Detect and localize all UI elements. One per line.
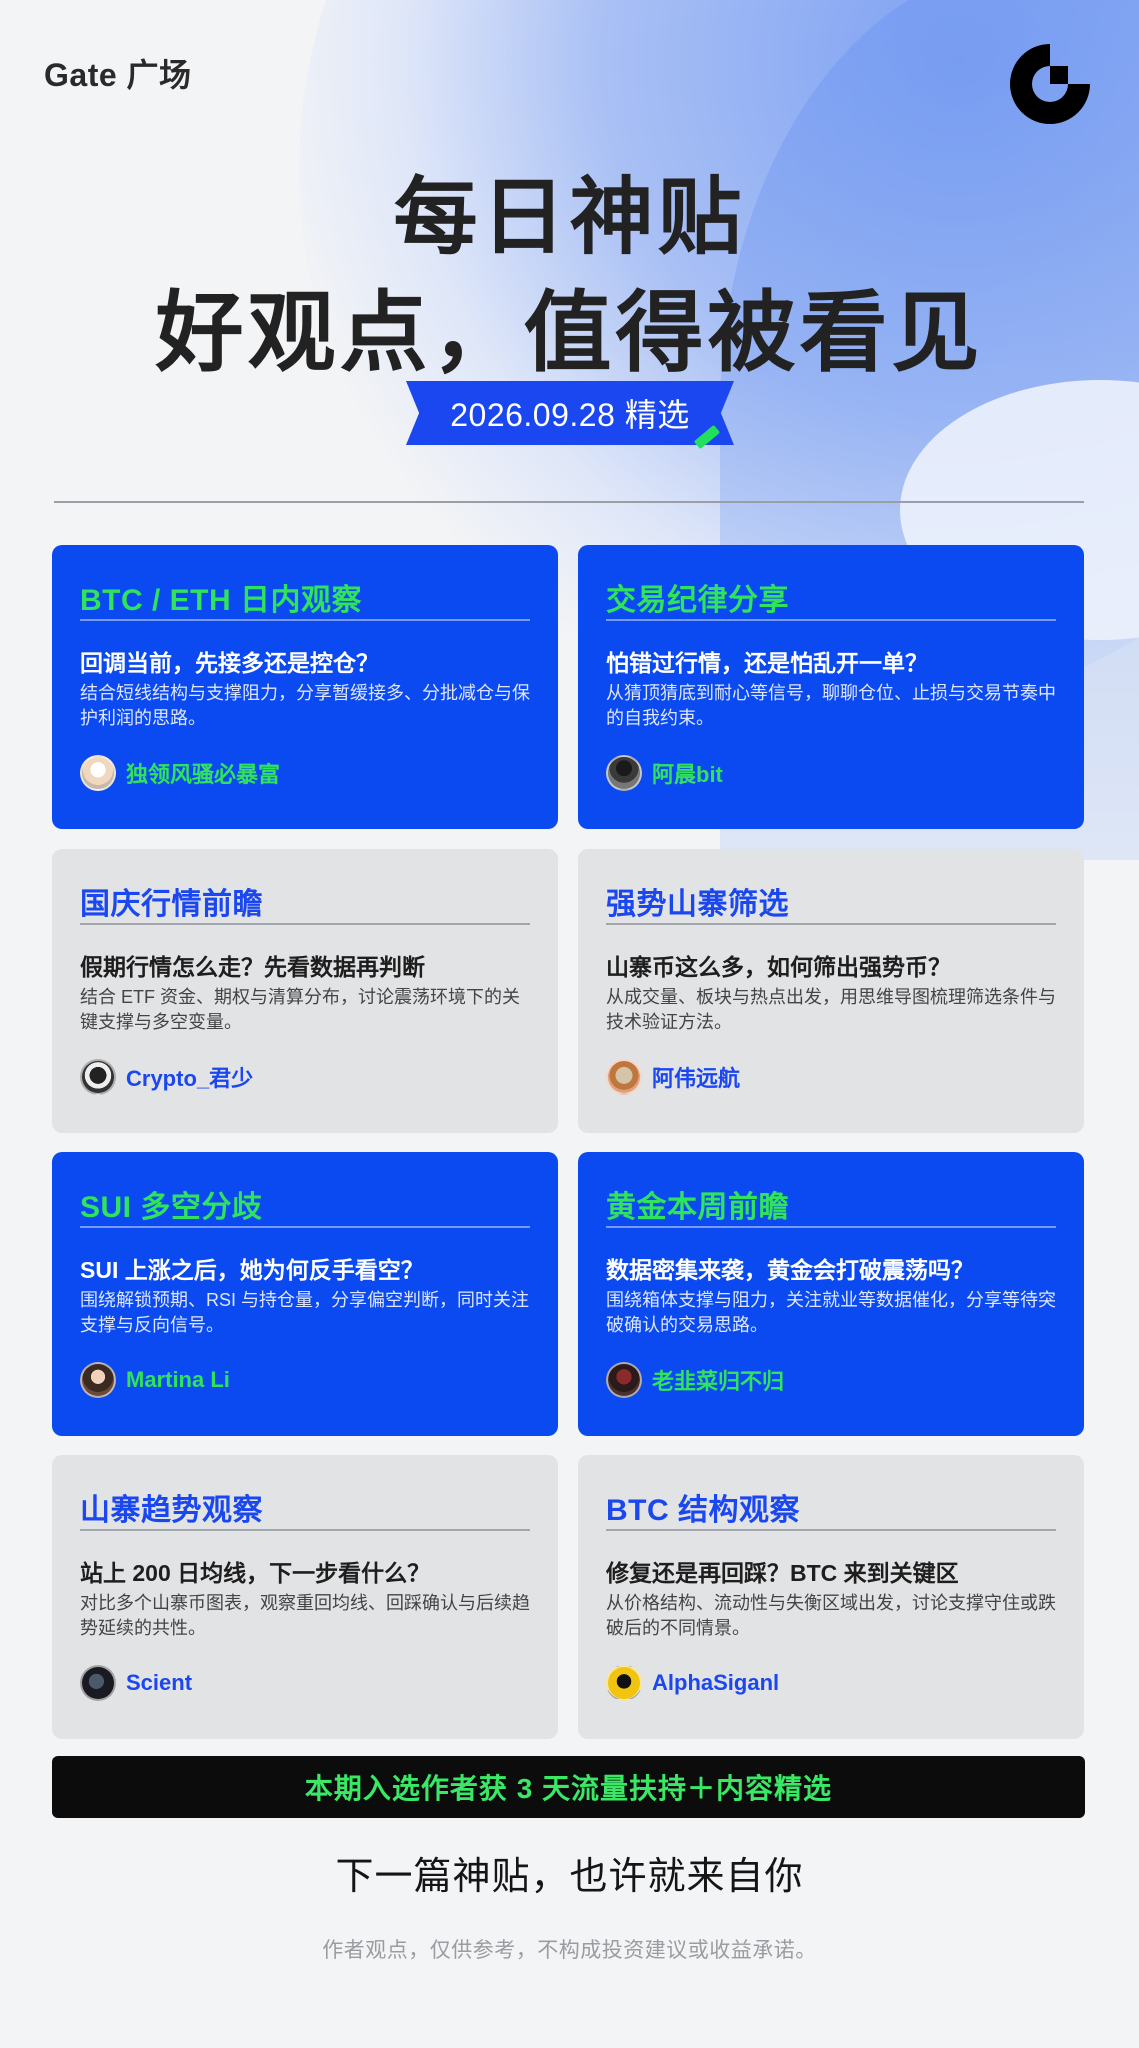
card-header: BTC / ETH 日内观察 — [80, 584, 362, 617]
author-name: 独领风骚必暴富 — [126, 762, 281, 787]
card-author[interactable]: AlphaSiganl — [606, 1665, 779, 1701]
avatar — [80, 755, 116, 791]
card-header: 交易纪律分享 — [606, 584, 789, 617]
author-name: Martina Li — [126, 1367, 230, 1392]
page-title-line1: 每日神贴 — [393, 170, 746, 264]
brand-title: Gate 广场 — [44, 57, 192, 93]
card-divider — [80, 1226, 530, 1228]
gate-logo-icon — [1010, 44, 1090, 124]
avatar — [80, 1362, 116, 1398]
card-question: SUI 上涨之后，她为何反手看空？ — [80, 1257, 424, 1283]
avatar — [80, 1059, 116, 1095]
card-question: 山寨币这么多，如何筛出强势币？ — [606, 954, 951, 980]
promo-banner: 本期入选作者获 3 天流量扶持＋内容精选 — [52, 1756, 1085, 1818]
author-name: Scient — [126, 1670, 193, 1695]
card-description: 从成交量、板块与热点出发，用思维导图梳理筛选条件与技术验证方法。 — [606, 987, 1056, 1032]
post-card[interactable]: 黄金本周前瞻 数据密集来袭，黄金会打破震荡吗？ 围绕箱体支撑与阻力，关注就业等数… — [578, 1152, 1084, 1436]
card-question: 修复还是再回踩？BTC 来到关键区 — [606, 1560, 959, 1586]
post-card[interactable]: SUI 多空分歧 SUI 上涨之后，她为何反手看空？ 围绕解锁预期、RSI 与持… — [52, 1152, 558, 1436]
card-header: SUI 多空分歧 — [80, 1191, 263, 1224]
avatar — [606, 1665, 642, 1701]
date-ribbon: 2026.09.28 精选 — [406, 381, 734, 445]
card-author[interactable]: Martina Li — [80, 1362, 230, 1398]
author-name: 阿伟远航 — [652, 1066, 741, 1091]
card-author[interactable]: Crypto_君少 — [80, 1059, 253, 1095]
post-card[interactable]: BTC 结构观察 修复还是再回踩？BTC 来到关键区 从价格结构、流动性与失衡区… — [578, 1455, 1084, 1739]
card-author[interactable]: 阿伟远航 — [606, 1059, 740, 1095]
card-question: 怕错过行情，还是怕乱开一单？ — [606, 650, 928, 676]
card-author[interactable]: Scient — [80, 1665, 192, 1701]
author-name: AlphaSiganl — [652, 1670, 780, 1695]
card-question: 回调当前，先接多还是控仓？ — [80, 650, 379, 676]
card-header: BTC 结构观察 — [606, 1494, 800, 1527]
card-author[interactable]: 独领风骚必暴富 — [80, 755, 280, 791]
avatar — [606, 1362, 642, 1398]
card-description: 对比多个山寨币图表，观察重回均线、回踩确认与后续趋势延续的共性。 — [80, 1593, 530, 1638]
date-label: 2026.09.28 精选 — [450, 397, 690, 433]
call-to-action: 下一篇神贴，也许就来自你 — [335, 1856, 804, 1898]
author-name: 阿晨bit — [652, 762, 723, 787]
card-divider — [606, 1529, 1056, 1531]
page-title-line2: 好观点，值得被看见 — [155, 283, 984, 382]
disclaimer: 作者观点，仅供参考，不构成投资建议或收益承诺。 — [322, 1939, 817, 1962]
card-header: 国庆行情前瞻 — [80, 888, 263, 921]
card-question: 假期行情怎么走？先看数据再判断 — [80, 954, 425, 980]
post-card[interactable]: BTC / ETH 日内观察 回调当前，先接多还是控仓？ 结合短线结构与支撑阻力… — [52, 545, 558, 829]
card-author[interactable]: 阿晨bit — [606, 755, 723, 791]
post-card[interactable]: 交易纪律分享 怕错过行情，还是怕乱开一单？ 从猜顶猜底到耐心等信号，聊聊仓位、止… — [578, 545, 1084, 829]
card-author[interactable]: 老韭菜归不归 — [606, 1362, 784, 1398]
card-description: 结合 ETF 资金、期权与清算分布，讨论震荡环境下的关键支撑与多空变量。 — [80, 987, 520, 1032]
avatar — [80, 1665, 116, 1701]
promo-banner-text: 本期入选作者获 3 天流量扶持＋内容精选 — [304, 1773, 833, 1804]
card-description: 围绕箱体支撑与阻力，关注就业等数据催化，分享等待突破确认的交易思路。 — [606, 1290, 1056, 1335]
post-card[interactable]: 国庆行情前瞻 假期行情怎么走？先看数据再判断 结合 ETF 资金、期权与清算分布… — [52, 849, 558, 1133]
divider — [54, 501, 1084, 503]
card-header: 黄金本周前瞻 — [606, 1191, 789, 1224]
card-divider — [80, 923, 530, 925]
post-card[interactable]: 强势山寨筛选 山寨币这么多，如何筛出强势币？ 从成交量、板块与热点出发，用思维导… — [578, 849, 1084, 1133]
avatar — [606, 755, 642, 791]
card-divider — [606, 923, 1056, 925]
card-question: 站上 200 日均线，下一步看什么？ — [80, 1560, 431, 1586]
avatar — [606, 1059, 642, 1095]
card-header: 山寨趋势观察 — [80, 1494, 263, 1527]
card-question: 数据密集来袭，黄金会打破震荡吗？ — [606, 1257, 974, 1283]
card-description: 从价格结构、流动性与失衡区域出发，讨论支撑守住或跌破后的不同情景。 — [606, 1593, 1056, 1638]
card-divider — [606, 1226, 1056, 1228]
card-header: 强势山寨筛选 — [606, 888, 789, 921]
card-description: 结合短线结构与支撑阻力，分享暂缓接多、分批减仓与保护利润的思路。 — [80, 683, 530, 728]
post-card[interactable]: 山寨趋势观察 站上 200 日均线，下一步看什么？ 对比多个山寨币图表，观察重回… — [52, 1455, 558, 1739]
card-description: 从猜顶猜底到耐心等信号，聊聊仓位、止损与交易节奏中的自我约束。 — [606, 683, 1056, 728]
card-divider — [80, 619, 530, 621]
author-name: Crypto_君少 — [126, 1066, 254, 1091]
card-divider — [80, 1529, 530, 1531]
card-divider — [606, 619, 1056, 621]
card-description: 围绕解锁预期、RSI 与持仓量，分享偏空判断，同时关注支撑与反向信号。 — [80, 1290, 530, 1335]
author-name: 老韭菜归不归 — [652, 1369, 785, 1394]
